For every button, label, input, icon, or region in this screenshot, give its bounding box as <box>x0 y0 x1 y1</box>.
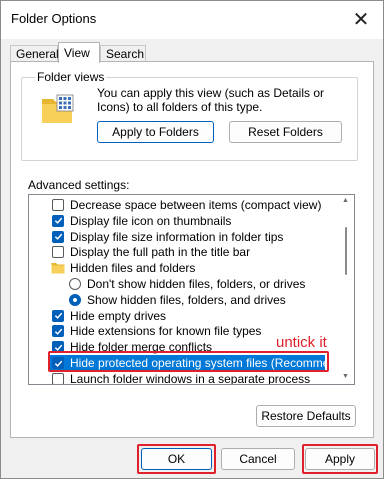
list-scrollbar[interactable]: ▲ ▼ <box>339 197 353 383</box>
radio-selected[interactable] <box>69 293 81 306</box>
scroll-up-icon[interactable]: ▲ <box>342 197 349 204</box>
checkmark-icon <box>54 217 62 225</box>
checkbox-unchecked[interactable] <box>52 372 64 384</box>
setting-label: Hidden files and folders <box>70 261 196 276</box>
setting-label: Display file icon on thumbnails <box>70 213 232 228</box>
restore-defaults-button[interactable]: Restore Defaults <box>256 405 356 427</box>
untick-annotation: untick it <box>276 334 327 351</box>
advanced-settings-label: Advanced settings: <box>28 178 130 192</box>
checkmark-icon <box>54 344 62 351</box>
folder-view-icon <box>41 93 79 125</box>
setting-label: Hide protected operating system files (R… <box>70 356 355 370</box>
checkbox-unchecked[interactable] <box>52 199 64 211</box>
setting-label: Don't show hidden files, folders, or dri… <box>87 277 306 291</box>
checkbox-checked[interactable] <box>52 309 64 322</box>
folder-views-label: Folder views <box>35 70 107 84</box>
setting-label: Decrease space between items (compact vi… <box>70 198 322 212</box>
checkmark-icon <box>54 312 62 319</box>
window-title: Folder Options <box>11 11 97 26</box>
checkbox-checked[interactable] <box>52 325 64 338</box>
checkmark-icon <box>54 360 62 367</box>
checkmark-icon <box>54 328 62 335</box>
tab-view[interactable]: View <box>58 42 100 63</box>
apply-to-folders-button[interactable]: Apply to Folders <box>97 121 214 143</box>
setting-label: Display the full path in the title bar <box>70 245 251 260</box>
reset-folders-button[interactable]: Reset Folders <box>229 121 342 143</box>
title-bar: Folder Options ✕ <box>1 1 383 39</box>
setting-label: Hide extensions for known file types <box>70 324 262 339</box>
checkbox-checked[interactable] <box>52 341 64 354</box>
setting-label: Show hidden files, folders, and drives <box>87 292 286 307</box>
tab-general[interactable]: General <box>10 45 59 62</box>
checkbox-unchecked[interactable] <box>52 246 64 259</box>
scroll-down-icon[interactable]: ▼ <box>342 373 349 380</box>
close-icon[interactable]: ✕ <box>349 7 373 31</box>
folder-icon <box>51 263 65 274</box>
apply-button[interactable]: Apply <box>305 448 375 470</box>
setting-label: Hide folder merge conflicts <box>70 340 213 355</box>
tab-search[interactable]: Search <box>100 45 146 62</box>
advanced-settings-list: Decrease space between items (compact vi… <box>28 194 355 385</box>
setting-label: Hide empty drives <box>70 308 167 323</box>
setting-label: Launch folder windows in a separate proc… <box>70 371 311 385</box>
scroll-thumb[interactable] <box>345 227 347 275</box>
checkbox-checked[interactable] <box>52 230 64 243</box>
folder-options-dialog: Folder Options ✕ General View Search Fol… <box>0 0 384 479</box>
cancel-button[interactable]: Cancel <box>221 448 295 470</box>
setting-label: Display file size information in folder … <box>70 229 284 244</box>
radio-unselected[interactable] <box>69 278 81 290</box>
checkbox-checked[interactable] <box>52 214 64 227</box>
checkmark-icon <box>54 233 62 240</box>
ok-button[interactable]: OK <box>141 448 212 470</box>
folder-views-description: You can apply this view (such as Details… <box>97 86 325 114</box>
checkbox-checked[interactable] <box>52 357 64 369</box>
